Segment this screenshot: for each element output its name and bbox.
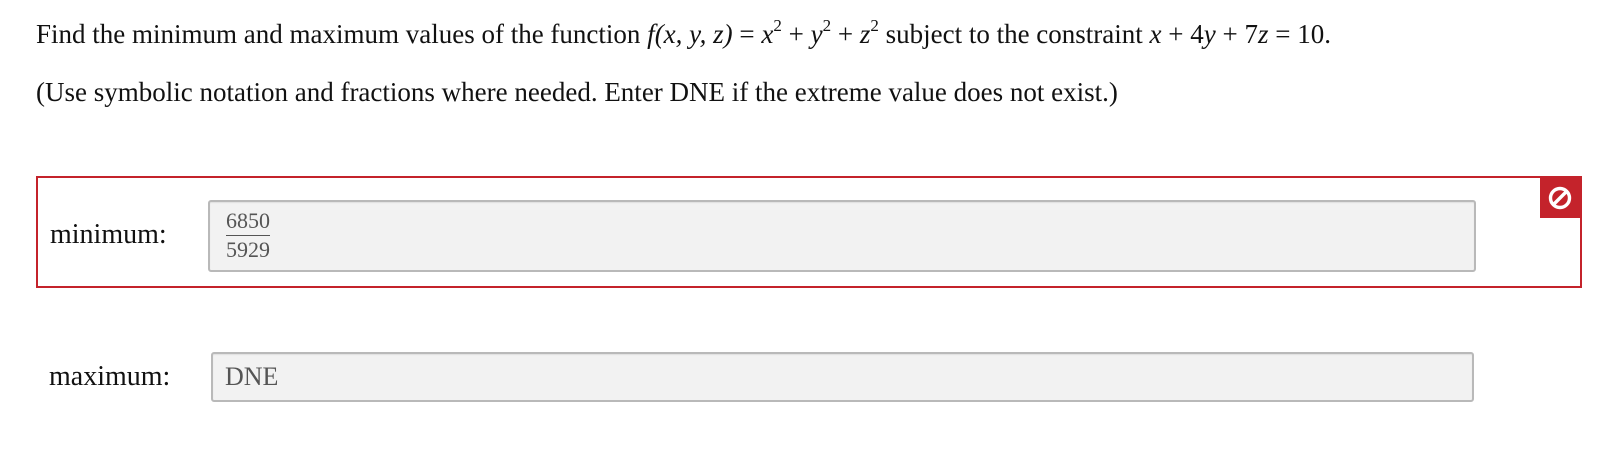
maximum-value: DNE xyxy=(225,362,279,391)
instructions-text: (Use symbolic notation and fractions whe… xyxy=(36,77,1118,107)
fraction-bar xyxy=(226,235,270,236)
maximum-input[interactable]: DNE xyxy=(211,352,1474,402)
no-entry-icon xyxy=(1548,186,1572,210)
question-prefix: Find the minimum and maximum values of t… xyxy=(36,19,641,49)
minimum-fraction: 6850 5929 xyxy=(226,208,270,263)
fraction-denominator: 5929 xyxy=(226,237,270,262)
fraction-numerator: 6850 xyxy=(226,208,270,233)
minimum-answer-box: minimum: 6850 5929 xyxy=(36,176,1582,288)
maximum-label: maximum: xyxy=(49,361,171,392)
incorrect-badge xyxy=(1540,178,1580,218)
minimum-input[interactable]: 6850 5929 xyxy=(208,200,1476,272)
constraint-expression: x + 4y + 7z = 10 xyxy=(1149,19,1325,49)
function-expression: f(x, y, z) = x2 + y2 + z2 xyxy=(647,16,879,49)
question-text: Find the minimum and maximum values of t… xyxy=(36,16,1331,49)
question-middle: subject to the constraint xyxy=(885,19,1143,49)
minimum-label: minimum: xyxy=(50,219,167,250)
